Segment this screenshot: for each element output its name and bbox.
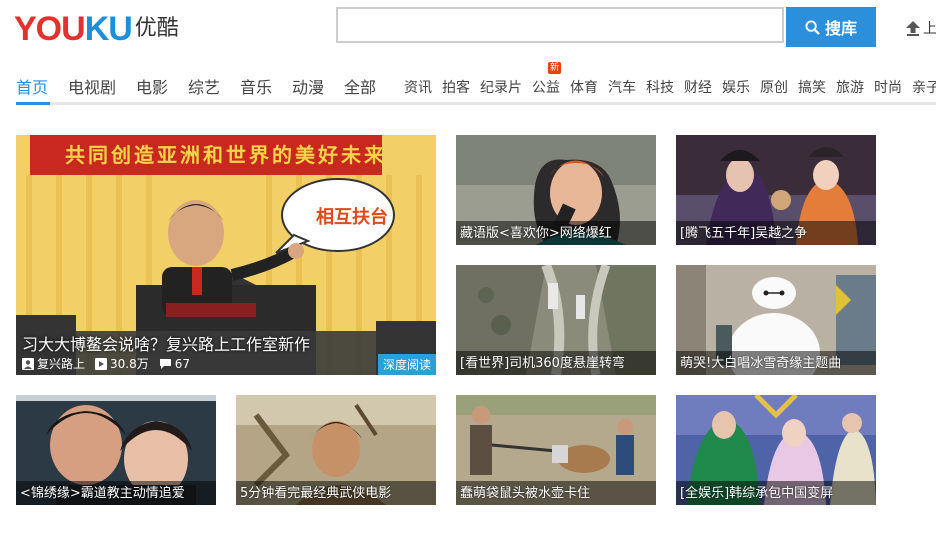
upload-icon	[906, 21, 920, 36]
nav-movie[interactable]: 电影	[136, 74, 168, 98]
video-tile[interactable]: 萌哭!大白唱冰雪奇缘主题曲	[676, 265, 876, 375]
nav-tv[interactable]: 电视剧	[68, 74, 116, 98]
search-icon	[805, 19, 820, 35]
nav-music[interactable]: 音乐	[240, 74, 272, 98]
hero-title[interactable]: 习大大博鳌会说啥？复兴路上工作室新作	[22, 331, 310, 355]
youku-logo[interactable]: YOU KU 优酷	[14, 10, 179, 48]
nav-home[interactable]: 首页	[16, 74, 48, 98]
search-button[interactable]: 搜库	[786, 7, 876, 47]
nav-tech[interactable]: 科技	[646, 77, 674, 97]
nav-entertainment[interactable]: 娱乐	[722, 77, 750, 97]
logo-you-text: YOU	[14, 10, 86, 48]
new-badge: 新	[548, 62, 562, 74]
user-icon	[22, 357, 34, 370]
video-tile[interactable]: <锦绣缘>霸道教主动情追爱	[16, 395, 216, 505]
comment-icon	[159, 358, 171, 369]
nav-anime[interactable]: 动漫	[292, 74, 324, 98]
nav-paike[interactable]: 拍客	[442, 77, 470, 97]
logo-chinese-text: 优酷	[134, 16, 179, 41]
hero-banner-text: 共同创造亚洲和世界的美好未来	[65, 143, 387, 167]
nav-active-indicator	[16, 102, 50, 105]
nav-parenting[interactable]: 亲子	[912, 77, 936, 97]
video-caption[interactable]: [看世界]司机360度悬崖转弯	[460, 352, 625, 371]
hero-plays-value: 30.8万	[110, 357, 149, 371]
video-caption[interactable]: [腾飞五千年]吴越之争	[680, 222, 807, 241]
search-input[interactable]	[336, 7, 784, 43]
video-tile[interactable]: [腾飞五千年]吴越之争	[676, 135, 876, 245]
nav-funny[interactable]: 搞笑	[798, 77, 826, 97]
hero-plays: 30.8万	[95, 355, 149, 372]
nav-sports[interactable]: 体育	[570, 77, 598, 97]
video-caption[interactable]: 萌哭!大白唱冰雪奇缘主题曲	[680, 352, 841, 371]
nav-charity[interactable]: 公益	[532, 77, 560, 97]
video-caption[interactable]: 5分钟看完最经典武侠电影	[240, 482, 391, 501]
video-tile[interactable]: [全娱乐]韩综承包中国变屏	[676, 395, 876, 505]
video-tile[interactable]: [看世界]司机360度悬崖转弯	[456, 265, 656, 375]
hero-bubble-text: 相互扶台	[316, 207, 388, 228]
hero-author[interactable]: 复兴路上	[22, 355, 85, 372]
search-button-label: 搜库	[824, 19, 857, 38]
nav-travel[interactable]: 旅游	[836, 77, 864, 97]
play-count-icon	[95, 357, 108, 370]
video-caption[interactable]: 藏语版<喜欢你>网络爆红	[460, 222, 612, 241]
video-tile[interactable]: 藏语版<喜欢你>网络爆红	[456, 135, 656, 245]
hero-comments-value: 67	[174, 356, 191, 371]
video-tile[interactable]: 5分钟看完最经典武侠电影	[236, 395, 436, 505]
video-caption[interactable]: 蠢萌袋鼠头被水壶卡住	[460, 482, 590, 501]
nav-news[interactable]: 资讯	[404, 77, 432, 97]
hero-video-tile[interactable]: 共同创造亚洲和世界的美好未来 相互扶台 习大大博鳌会说啥？复兴路上工作室新作 复…	[16, 135, 436, 375]
channel-nav: 首页 电视剧 电影 综艺 音乐 动漫 全部 资讯 拍客 纪录片 公益 体育 汽车…	[0, 64, 936, 104]
nav-all[interactable]: 全部	[344, 74, 376, 98]
nav-original[interactable]: 原创	[760, 77, 788, 97]
nav-documentary[interactable]: 纪录片	[480, 77, 522, 97]
nav-fashion[interactable]: 时尚	[874, 77, 902, 97]
nav-finance[interactable]: 财经	[684, 77, 712, 97]
video-caption[interactable]: [全娱乐]韩综承包中国变屏	[680, 482, 833, 501]
logo-ku-text: KU	[84, 10, 133, 48]
hero-meta: 复兴路上 30.8万 67	[22, 355, 200, 372]
nav-auto[interactable]: 汽车	[608, 77, 636, 97]
nav-divider	[16, 102, 936, 105]
nav-variety[interactable]: 综艺	[188, 74, 220, 98]
hero-author-name: 复兴路上	[37, 357, 86, 371]
hero-comments: 67	[159, 357, 190, 371]
upload-link[interactable]: 上	[905, 18, 936, 38]
deep-read-tag[interactable]: 深度阅读	[377, 354, 436, 375]
upload-label: 上	[923, 21, 936, 37]
video-tile[interactable]: 蠢萌袋鼠头被水壶卡住	[456, 395, 656, 505]
video-caption[interactable]: <锦绣缘>霸道教主动情追爱	[20, 482, 185, 501]
